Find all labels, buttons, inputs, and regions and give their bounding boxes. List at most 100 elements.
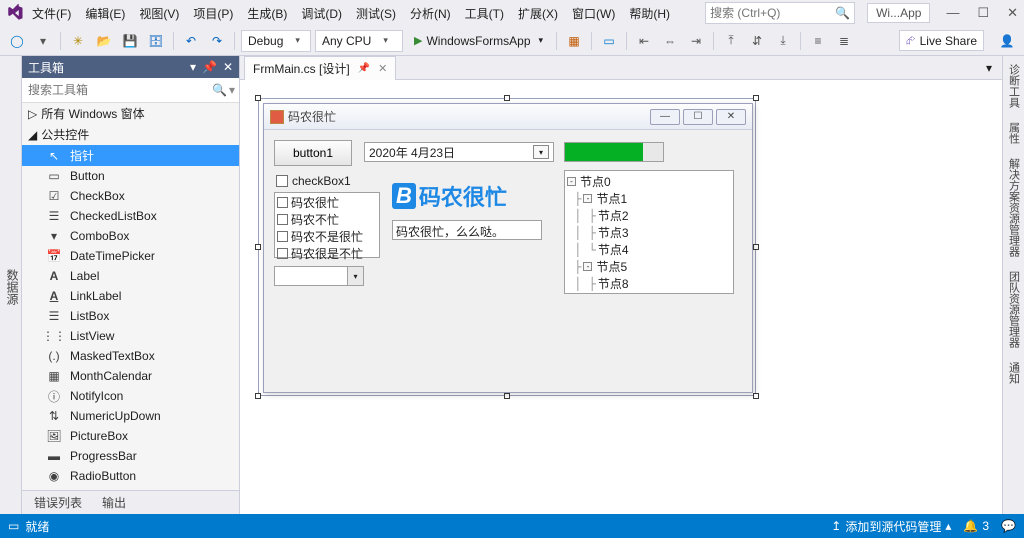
dock-properties[interactable]: 属性	[1006, 118, 1022, 148]
toolbox-item-linklabel[interactable]: ALinkLabel	[22, 286, 239, 306]
list-item[interactable]: 码农很是不忙	[277, 245, 377, 262]
list-item[interactable]: 码农不忙	[277, 211, 377, 228]
grid-icon[interactable]: ▦	[563, 30, 585, 52]
toolbox-item-notifyicon[interactable]: ⓘNotifyIcon	[22, 386, 239, 406]
solution-tag[interactable]: Wi...App	[867, 3, 930, 23]
status-feedback-icon[interactable]: 💬	[1001, 519, 1016, 533]
align-bot-icon[interactable]: ⤓	[772, 30, 794, 52]
progressbar1[interactable]	[564, 142, 664, 162]
menu-build[interactable]: 生成(B)	[241, 2, 293, 25]
menu-debug[interactable]: 调试(D)	[295, 2, 348, 25]
toolbox-item-combobox[interactable]: ▾ComboBox	[22, 226, 239, 246]
toolbox-item-maskedtextbox[interactable]: (.)MaskedTextBox	[22, 346, 239, 366]
tab-close-icon[interactable]: ✕	[378, 62, 387, 75]
textbox1[interactable]: 码农很忙，么么哒。	[392, 220, 542, 240]
toolbox-item-listview[interactable]: ⋮⋮ListView	[22, 326, 239, 346]
align-right-icon[interactable]: ⇥	[685, 30, 707, 52]
toolbox-item-radiobutton[interactable]: ◉RadioButton	[22, 466, 239, 486]
panel-dropdown-icon[interactable]: ▾	[190, 60, 196, 74]
toolbox-group-common[interactable]: ◢ 公共控件	[22, 124, 239, 145]
tree-collapse-icon[interactable]: -	[567, 177, 576, 186]
calendar-dropdown-icon[interactable]: ▾	[533, 145, 549, 159]
tree-collapse-icon[interactable]: -	[583, 194, 592, 203]
quick-search[interactable]: 🔍	[705, 2, 855, 24]
resize-handle[interactable]	[753, 244, 759, 250]
close-panel-icon[interactable]: ✕	[223, 60, 233, 74]
clear-icon[interactable]: ▾	[229, 83, 235, 97]
new-project-icon[interactable]: ✳	[67, 30, 89, 52]
redo-icon[interactable]: ↷	[206, 30, 228, 52]
toolbox-item-monthcalendar[interactable]: ▦MonthCalendar	[22, 366, 239, 386]
resize-handle[interactable]	[255, 95, 261, 101]
combobox1[interactable]: ▾	[274, 266, 364, 286]
form-max-icon[interactable]: ☐	[683, 109, 713, 125]
start-debug-button[interactable]: ▶ WindowsFormsApp ▾	[407, 30, 550, 52]
align-left-icon[interactable]: ⇤	[633, 30, 655, 52]
undo-icon[interactable]: ↶	[180, 30, 202, 52]
dock-solution-explorer[interactable]: 解决方案资源管理器	[1006, 154, 1022, 261]
platform-dropdown[interactable]: Any CPU▾	[315, 30, 403, 52]
feedback-icon[interactable]: 👤	[996, 30, 1018, 52]
menu-project[interactable]: 项目(P)	[187, 2, 239, 25]
toolbox-list[interactable]: ▷ 所有 Windows 窗体 ◢ 公共控件 ↖指针 ▭Button ☑Chec…	[22, 103, 239, 490]
resize-handle[interactable]	[753, 95, 759, 101]
toolbox-item-picturebox[interactable]: 🖼PictureBox	[22, 426, 239, 446]
align-mid-icon[interactable]: ⇵	[746, 30, 768, 52]
menu-view[interactable]: 视图(V)	[133, 2, 185, 25]
menu-file[interactable]: 文件(F)	[26, 2, 77, 25]
list-item[interactable]: 码农很忙	[277, 194, 377, 211]
checkedlistbox1[interactable]: 码农很忙 码农不忙 码农不是很忙 码农很是不忙	[274, 192, 380, 258]
menu-test[interactable]: 测试(S)	[350, 2, 402, 25]
toolbox-item-label[interactable]: ALabel	[22, 266, 239, 286]
tree-collapse-icon[interactable]: -	[583, 262, 592, 271]
resize-handle[interactable]	[255, 393, 261, 399]
save-icon[interactable]: 💾	[119, 30, 141, 52]
align-center-icon[interactable]: ⇔	[659, 30, 681, 52]
toolbox-search-input[interactable]	[26, 80, 212, 100]
status-notif[interactable]: 🔔3	[963, 519, 989, 533]
live-share-button[interactable]: ⮳ Live Share	[899, 30, 984, 51]
menu-help[interactable]: 帮助(H)	[623, 2, 676, 25]
toolbox-item-datetimepicker[interactable]: 📅DateTimePicker	[22, 246, 239, 266]
toolbox-item-listbox[interactable]: ☰ListBox	[22, 306, 239, 326]
toolbox-item-pointer[interactable]: ↖指针	[22, 145, 239, 166]
toolbox-search[interactable]: 🔍 ▾	[22, 78, 239, 103]
designed-form[interactable]: 码农很忙 — ☐ ✕ button1 2020年 4月23日 ▾	[263, 103, 753, 393]
form-body[interactable]: button1 2020年 4月23日 ▾ checkBox1	[264, 130, 752, 146]
linklabel1[interactable]: B 码农很忙	[392, 180, 507, 212]
tab-pin-icon[interactable]: 📌	[358, 63, 370, 74]
datetimepicker1[interactable]: 2020年 4月23日 ▾	[364, 142, 554, 162]
left-dock-datasources[interactable]: 数据源	[0, 56, 22, 514]
config-dropdown[interactable]: Debug▾	[241, 30, 311, 52]
nav-fwd-icon[interactable]: ▾	[32, 30, 54, 52]
window-minimize-icon[interactable]: —	[946, 5, 959, 21]
vsame-icon[interactable]: ≣	[833, 30, 855, 52]
treeview1[interactable]: -节点0 ├-节点1 │ ├节点2 │ ├节点3 │ └节点4 ├-节点5 │ …	[564, 170, 734, 294]
status-scm[interactable]: ↥ 添加到源代码管理 ▴	[831, 518, 951, 535]
resize-handle[interactable]	[504, 393, 510, 399]
window-close-icon[interactable]: ✕	[1007, 5, 1018, 21]
save-all-icon[interactable]: 🗄	[145, 30, 167, 52]
menu-tools[interactable]: 工具(T)	[459, 2, 510, 25]
align-top-icon[interactable]: ⤒	[720, 30, 742, 52]
nav-back-icon[interactable]: ◯	[6, 30, 28, 52]
list-item[interactable]: 码农不是很忙	[277, 228, 377, 245]
window-restore-icon[interactable]: ☐	[977, 5, 989, 21]
dock-team-explorer[interactable]: 团队资源管理器	[1006, 267, 1022, 352]
toolbox-item-checkbox[interactable]: ☑CheckBox	[22, 186, 239, 206]
dock-notifications[interactable]: 通知	[1006, 358, 1022, 388]
dock-diagnostics[interactable]: 诊断工具	[1006, 60, 1022, 112]
doc-tab-frmmain[interactable]: FrmMain.cs [设计] 📌 ✕	[244, 56, 396, 80]
resize-handle[interactable]	[753, 393, 759, 399]
layout-icon[interactable]: ▭	[598, 30, 620, 52]
form-close-icon[interactable]: ✕	[716, 109, 746, 125]
toolbox-group-all[interactable]: ▷ 所有 Windows 窗体	[22, 103, 239, 124]
toolbox-item-button[interactable]: ▭Button	[22, 166, 239, 186]
pin-icon[interactable]: 📌	[202, 60, 217, 74]
resize-handle[interactable]	[255, 244, 261, 250]
quick-search-input[interactable]	[710, 6, 831, 20]
button1[interactable]: button1	[274, 140, 352, 166]
open-icon[interactable]: 📂	[93, 30, 115, 52]
form-min-icon[interactable]: —	[650, 109, 680, 125]
toolbox-item-numericupdown[interactable]: ⇅NumericUpDown	[22, 406, 239, 426]
